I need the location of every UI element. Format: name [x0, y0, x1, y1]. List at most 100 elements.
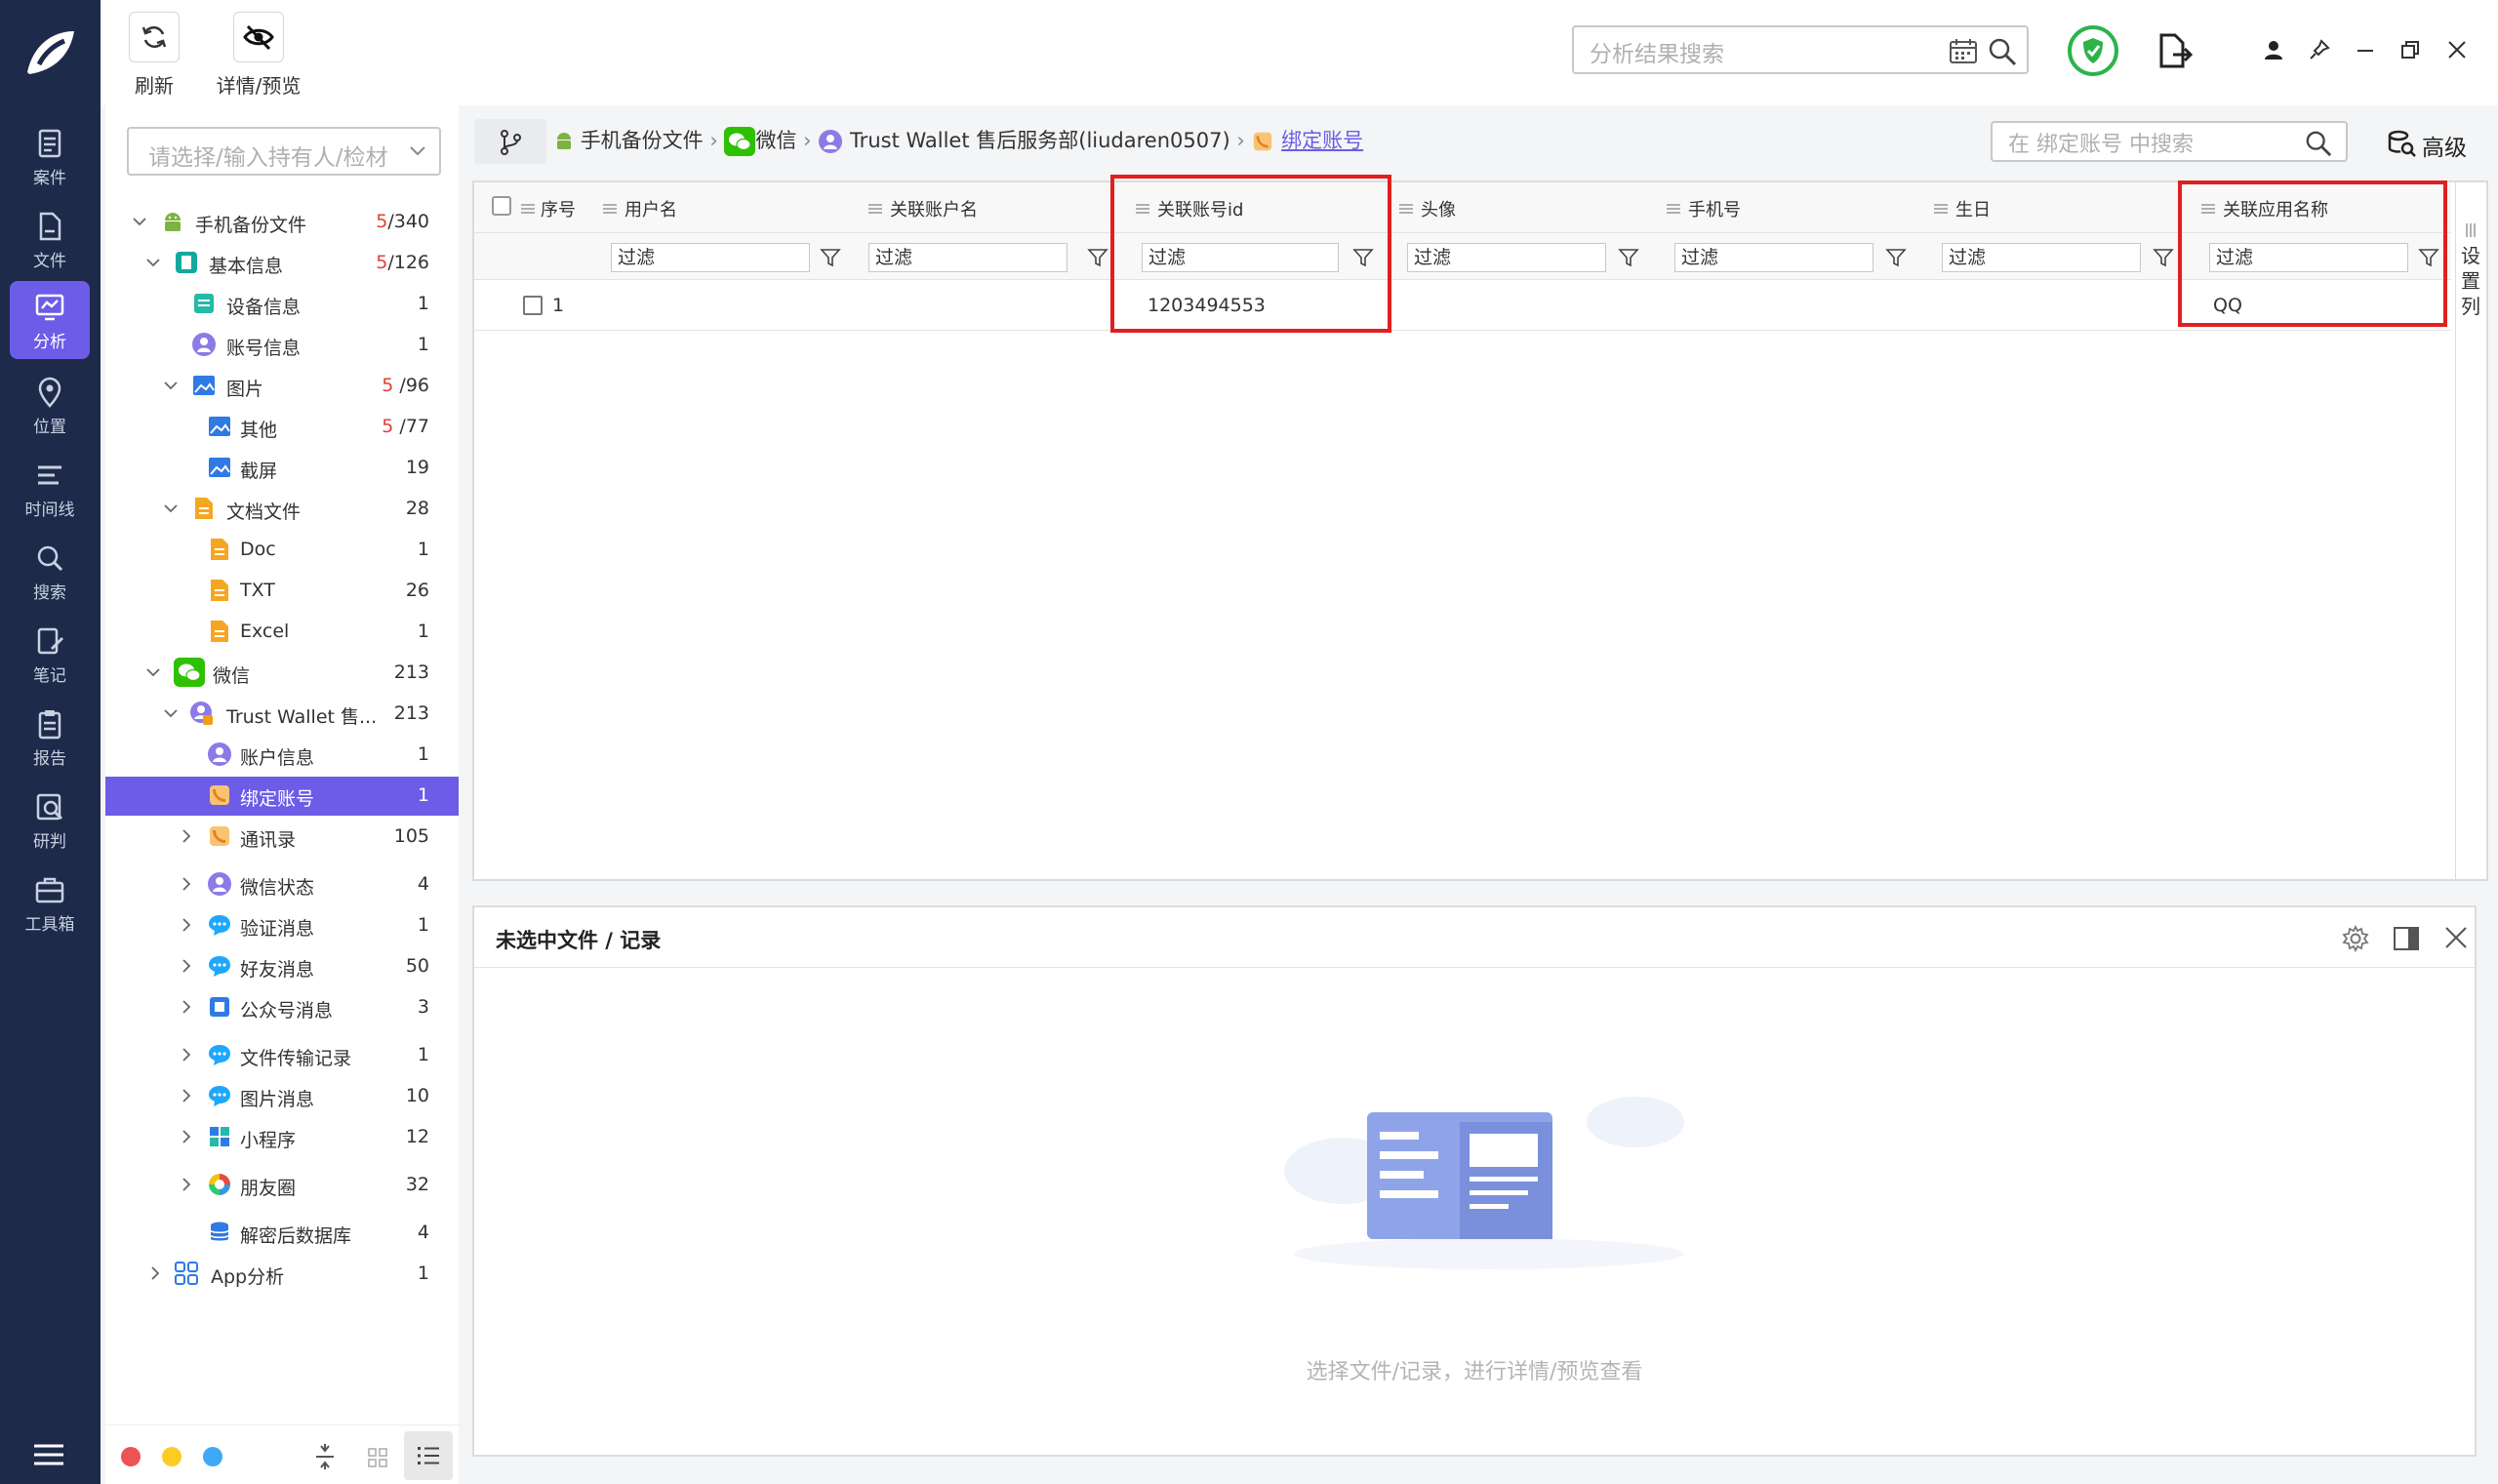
filter-input-phone[interactable]: 过滤 — [1674, 243, 1874, 272]
nav-item-file[interactable]: 文件 — [10, 200, 90, 278]
tree-item-file-transfer[interactable]: 文件传输记录 1 — [105, 1036, 459, 1075]
red-dot-icon[interactable] — [121, 1447, 141, 1466]
table-row[interactable]: 1 1203494553 QQ — [474, 280, 2451, 331]
drag-handle-icon[interactable] — [1934, 204, 1948, 214]
tree-item-images[interactable]: 图片 5 /96 — [105, 367, 459, 406]
column-header-avatar[interactable]: 头像 — [1386, 182, 1653, 233]
tree-item-doc[interactable]: Doc 1 — [105, 531, 459, 570]
chevron-right-icon[interactable] — [180, 877, 193, 891]
breadcrumb-item[interactable]: 手机备份文件 — [581, 129, 704, 152]
chevron-right-icon[interactable] — [180, 1048, 193, 1062]
blue-dot-icon[interactable] — [203, 1447, 222, 1466]
tree-item-wechat-status[interactable]: 微信状态 4 — [105, 865, 459, 904]
calendar-icon[interactable] — [1949, 37, 1978, 64]
tree-item-verify-messages[interactable]: 验证消息 1 — [105, 906, 459, 945]
user-icon[interactable] — [2263, 39, 2284, 60]
nav-item-search[interactable]: 搜索 — [10, 532, 90, 610]
filter-icon[interactable] — [2153, 247, 2174, 268]
nav-item-case[interactable]: 案件 — [10, 117, 90, 195]
drag-handle-icon[interactable] — [603, 204, 617, 214]
tree-item-excel[interactable]: Excel 1 — [105, 613, 459, 652]
filter-input-birthday[interactable]: 过滤 — [1942, 243, 2141, 272]
column-settings-button[interactable]: 设置列 — [2455, 180, 2488, 881]
search-icon[interactable] — [1988, 37, 2017, 66]
detail-preview-button[interactable]: 详情/预览 — [195, 12, 322, 100]
analysis-search-input[interactable]: 分析结果搜索 — [1572, 25, 2029, 74]
chevron-right-icon[interactable] — [180, 959, 193, 973]
tree-item-official-messages[interactable]: 公众号消息 3 — [105, 988, 459, 1027]
chevron-down-icon[interactable] — [164, 379, 178, 392]
branch-button[interactable] — [474, 119, 546, 164]
tree-item-decrypted-db[interactable]: 解密后数据库 4 — [105, 1214, 459, 1253]
column-header-username[interactable]: 用户名 — [589, 182, 855, 233]
pin-icon[interactable] — [2309, 39, 2330, 60]
chevron-right-icon[interactable] — [180, 1130, 193, 1143]
row-checkbox[interactable] — [523, 296, 543, 315]
nav-item-notes[interactable]: 笔记 — [10, 615, 90, 693]
chevron-down-icon[interactable] — [146, 665, 160, 679]
tree-item-images-other[interactable]: 其他 5 /77 — [105, 408, 459, 447]
grid-view-icon[interactable] — [367, 1447, 388, 1468]
close-icon[interactable] — [2443, 925, 2469, 950]
chevron-right-icon[interactable] — [180, 1178, 193, 1191]
tree-item-documents[interactable]: 文档文件 28 — [105, 490, 459, 529]
chevron-down-icon[interactable] — [164, 706, 178, 720]
tree-item-device-info[interactable]: 设备信息 1 — [105, 285, 459, 324]
filter-icon[interactable] — [820, 247, 841, 268]
filter-icon[interactable] — [1087, 247, 1108, 268]
table-search-input[interactable]: 在 绑定账号 中搜索 — [1991, 121, 2348, 162]
tree-item-moments[interactable]: 朋友圈 32 — [105, 1166, 459, 1205]
collapse-icon[interactable] — [314, 1443, 336, 1470]
column-header-phone[interactable]: 手机号 — [1653, 182, 1920, 233]
split-panel-icon[interactable] — [2393, 925, 2420, 952]
tree-item-screenshots[interactable]: 截屏 19 — [105, 449, 459, 488]
chevron-down-icon[interactable] — [133, 215, 146, 228]
select-all-checkbox[interactable] — [492, 196, 511, 216]
tree-item-trust-wallet[interactable]: Trust Wallet 售... 213 — [105, 695, 459, 734]
close-icon[interactable] — [2446, 39, 2468, 60]
column-header-index[interactable]: 序号 — [474, 182, 589, 233]
drag-handle-icon[interactable] — [1667, 204, 1680, 214]
gear-icon[interactable] — [2342, 925, 2369, 952]
search-icon[interactable] — [2305, 130, 2332, 157]
drag-handle-icon[interactable] — [521, 204, 535, 214]
drag-handle-icon[interactable] — [1399, 204, 1413, 214]
menu-icon[interactable] — [34, 1444, 63, 1465]
list-view-button[interactable] — [404, 1431, 453, 1480]
restore-icon[interactable] — [2399, 39, 2421, 60]
filter-input-account-name[interactable]: 过滤 — [868, 243, 1068, 272]
column-header-birthday[interactable]: 生日 — [1920, 182, 2188, 233]
nav-item-location[interactable]: 位置 — [10, 366, 90, 444]
nav-item-analysis[interactable]: 分析 — [10, 281, 90, 359]
chevron-down-icon[interactable] — [146, 256, 160, 269]
yellow-dot-icon[interactable] — [162, 1447, 181, 1466]
nav-item-judge[interactable]: 研判 — [10, 781, 90, 859]
breadcrumb-item[interactable]: 微信 — [755, 129, 796, 152]
advanced-search-button[interactable]: 高级 — [2387, 125, 2484, 161]
nav-item-report[interactable]: 报告 — [10, 698, 90, 776]
minimize-icon[interactable] — [2355, 39, 2376, 60]
chevron-right-icon[interactable] — [148, 1266, 162, 1280]
chevron-right-icon[interactable] — [180, 829, 193, 843]
drag-handle-icon[interactable] — [868, 204, 882, 214]
nav-item-toolbox[interactable]: 工具箱 — [10, 863, 90, 942]
chevron-right-icon[interactable] — [180, 1000, 193, 1014]
column-header-account-name[interactable]: 关联账户名 — [855, 182, 1122, 233]
tree-item-wechat[interactable]: 微信 213 — [105, 654, 459, 693]
nav-item-timeline[interactable]: 时间线 — [10, 449, 90, 527]
tree-item-app-analysis[interactable]: App分析 1 — [105, 1255, 459, 1294]
refresh-button[interactable]: 刷新 — [101, 12, 208, 100]
tree-item-wechat-account-info[interactable]: 账户信息 1 — [105, 736, 459, 775]
tree-item-phone-backup[interactable]: 手机备份文件 5/340 — [105, 203, 459, 242]
filter-input-avatar[interactable]: 过滤 — [1407, 243, 1606, 272]
tree-item-mini-programs[interactable]: 小程序 12 — [105, 1118, 459, 1157]
export-icon[interactable] — [2157, 31, 2193, 70]
tree-item-basic-info[interactable]: 基本信息 5/126 — [105, 244, 459, 283]
filter-icon[interactable] — [1885, 247, 1907, 268]
filter-input-username[interactable]: 过滤 — [611, 243, 810, 272]
chevron-right-icon[interactable] — [180, 1089, 193, 1103]
breadcrumb-item[interactable]: Trust Wallet 售后服务部(liudaren0507) — [850, 129, 1230, 152]
tree-item-contacts[interactable]: 通讯录 105 — [105, 818, 459, 857]
shield-status-icon[interactable] — [2067, 24, 2119, 77]
breadcrumb-current[interactable]: 绑定账号 — [1281, 129, 1363, 152]
